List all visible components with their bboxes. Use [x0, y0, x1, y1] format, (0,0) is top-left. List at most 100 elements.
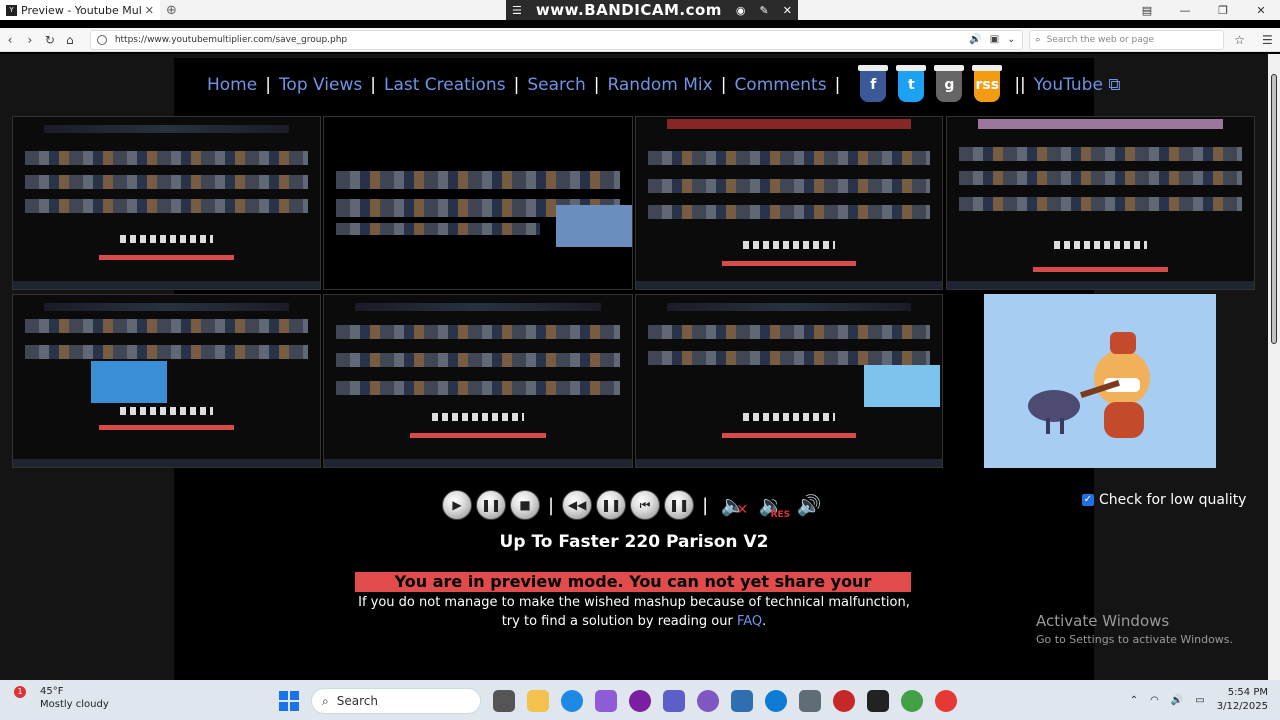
nav-random-mix[interactable]: Random Mix: [607, 75, 712, 95]
external-link-icon: ⧉: [1108, 75, 1121, 95]
browser-tab[interactable]: Y Preview - Youtube Multipli ✕: [0, 0, 160, 20]
chrome-profile-icon[interactable]: [935, 690, 957, 712]
recorder-pen-icon[interactable]: ✎: [760, 4, 769, 17]
activate-windows-watermark: Activate Windows Go to Settings to activ…: [1036, 612, 1234, 646]
video-thumbnail[interactable]: [12, 116, 321, 290]
nav-search[interactable]: Search: [527, 75, 585, 95]
pause-alt-button[interactable]: ❚❚: [664, 490, 695, 520]
app-icon[interactable]: [867, 690, 889, 712]
home-icon[interactable]: ⌂: [60, 33, 80, 47]
video-thumbnail-cartoon[interactable]: [984, 294, 1216, 468]
forward-icon[interactable]: ›: [20, 33, 40, 47]
twitter-icon[interactable]: t: [896, 65, 927, 102]
edge-icon[interactable]: [561, 690, 583, 712]
teams-icon[interactable]: [663, 690, 685, 712]
close-tab-icon[interactable]: ✕: [145, 4, 154, 17]
reading-list-icon[interactable]: ▤: [1128, 4, 1166, 17]
video-thumbnail[interactable]: [635, 294, 943, 468]
search-input[interactable]: ⌕ Search the web or page: [1028, 29, 1225, 50]
speaker-icon[interactable]: 🔊: [969, 34, 981, 45]
nav-youtube[interactable]: YouTube ⧉: [1034, 75, 1121, 95]
reset-volume-speaker-icon[interactable]: 🔉 RES: [754, 490, 790, 520]
nav-top-views[interactable]: Top Views: [279, 75, 362, 95]
clock[interactable]: 5:54 PM 3/12/2025: [1217, 686, 1268, 714]
checkbox-checked-icon[interactable]: ✓: [1082, 494, 1094, 506]
video-thumbnail[interactable]: [323, 116, 633, 290]
traffic-light-image: [556, 205, 632, 247]
stop-button[interactable]: ■: [510, 490, 540, 520]
maximize-icon[interactable]: ❐: [1204, 4, 1242, 17]
copilot-icon[interactable]: [595, 690, 617, 712]
minimize-icon[interactable]: —: [1166, 4, 1204, 17]
video-thumbnail[interactable]: [323, 294, 633, 468]
nav-comments[interactable]: Comments: [734, 75, 826, 95]
video-thumbnail[interactable]: [12, 294, 321, 468]
video-thumbnail[interactable]: [946, 116, 1255, 290]
back-icon[interactable]: ‹: [0, 33, 20, 47]
pause-button[interactable]: ❚❚: [476, 490, 506, 520]
taskbar-search[interactable]: ⌕ Search: [311, 688, 481, 714]
site-nav: Home | Top Views | Last Creations | Sear…: [207, 65, 1121, 102]
youtube-multiplier-favicon-icon: Y: [6, 4, 17, 16]
search-placeholder: Search the web or page: [1046, 34, 1155, 45]
browser-icon[interactable]: [765, 690, 787, 712]
window-controls: ▤ — ❐ ✕: [1128, 0, 1280, 20]
close-window-icon[interactable]: ✕: [1242, 4, 1280, 17]
battery-icon[interactable]: ▭: [1195, 695, 1204, 706]
menu-icon[interactable]: ☰: [1262, 33, 1280, 47]
task-view-icon[interactable]: [493, 690, 515, 712]
cartoon-character-icon: [1028, 332, 1150, 438]
start-icon[interactable]: [279, 691, 299, 711]
bookmark-star-icon[interactable]: ☆: [1234, 33, 1252, 47]
page-scrollbar[interactable]: [1268, 54, 1280, 680]
weather-widget[interactable]: 1 45°F Mostly cloudy: [14, 685, 109, 711]
recorder-camera-icon[interactable]: ◉: [736, 4, 746, 17]
previous-button[interactable]: ⏮: [630, 490, 661, 520]
file-explorer-icon[interactable]: [527, 690, 549, 712]
recorder-menu-icon[interactable]: ☰: [512, 4, 522, 17]
chevron-down-icon[interactable]: ⌄: [1007, 34, 1015, 45]
wifi-icon[interactable]: ◠: [1150, 695, 1159, 706]
app-icon[interactable]: [731, 690, 753, 712]
bandicam-icon[interactable]: [833, 690, 855, 712]
video-thumbnail[interactable]: [635, 116, 943, 290]
volume-icon[interactable]: 🔊: [1171, 695, 1183, 706]
calculator-icon[interactable]: [799, 690, 821, 712]
faq-link[interactable]: FAQ: [737, 614, 762, 629]
recorder-overlay: ☰ www.BANDICAM.com ◉ ✎ ✕: [506, 0, 798, 20]
rewind-button[interactable]: ◀◀: [562, 490, 593, 520]
play-button[interactable]: ▶: [442, 490, 472, 520]
app-icon[interactable]: [629, 690, 651, 712]
mute-speaker-icon[interactable]: 🔈 ✕: [716, 490, 750, 520]
google-plus-icon[interactable]: g: [934, 65, 965, 102]
facebook-icon[interactable]: f: [858, 65, 889, 102]
windows-taskbar: 1 45°F Mostly cloudy ⌕ Search ⌃ ◠ 🔊 ▭ 5:…: [0, 680, 1280, 720]
address-bar: ‹ › ↻ ⌂ https://www.youtubemultiplier.co…: [0, 28, 1280, 52]
app-icon[interactable]: [697, 690, 719, 712]
taskbar-apps: ⌕ Search: [279, 688, 957, 714]
url-text: https://www.youtubemultiplier.com/save_g…: [114, 34, 348, 45]
search-icon: ⌕: [322, 693, 329, 708]
temperature: 45°F: [40, 686, 64, 697]
nav-home[interactable]: Home: [207, 75, 257, 95]
new-tab-icon[interactable]: ⊕: [166, 3, 177, 18]
reload-icon[interactable]: ↻: [40, 33, 60, 47]
chevron-up-icon[interactable]: ⌃: [1130, 695, 1138, 706]
site-info-icon[interactable]: [96, 34, 107, 45]
scrollbar-thumb[interactable]: [1271, 74, 1277, 344]
low-quality-checkbox[interactable]: ✓ Check for low quality: [1082, 492, 1246, 508]
low-quality-label: Check for low quality: [1099, 492, 1247, 508]
pause-all-button[interactable]: ❚❚: [596, 490, 627, 520]
nav-last-creations[interactable]: Last Creations: [384, 75, 506, 95]
notification-badge: 1: [14, 686, 26, 698]
search-icon: ⌕: [1035, 34, 1041, 45]
creation-title: Up To Faster 220 Parison V2: [499, 532, 769, 552]
screenshot-icon[interactable]: ▣: [990, 34, 999, 45]
chrome-icon[interactable]: [901, 690, 923, 712]
web-page: Home | Top Views | Last Creations | Sear…: [0, 54, 1268, 680]
rss-icon[interactable]: rss: [972, 65, 1003, 102]
url-field[interactable]: https://www.youtubemultiplier.com/save_g…: [89, 29, 1023, 50]
info-line-1: If you do not manage to make the wished …: [358, 595, 910, 610]
volume-speaker-icon[interactable]: 🔊: [792, 490, 826, 520]
recorder-close-icon[interactable]: ✕: [783, 4, 792, 17]
